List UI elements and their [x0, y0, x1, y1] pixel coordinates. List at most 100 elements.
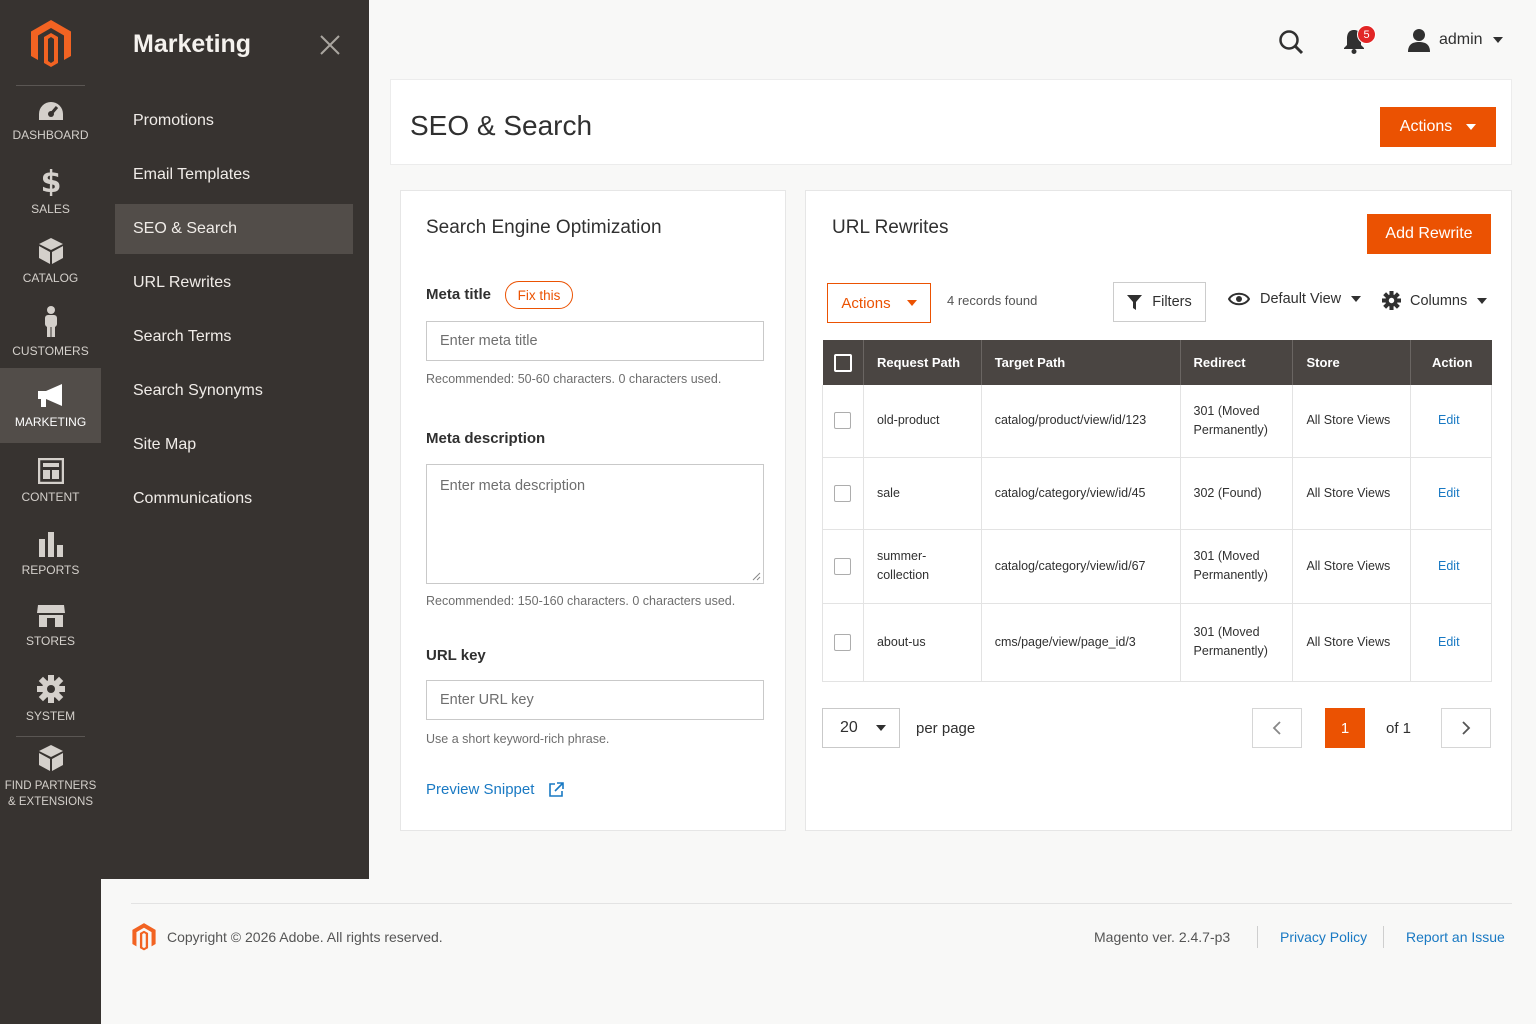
nav-dashboard[interactable]: DASHBOARD [0, 86, 101, 156]
row-select-cell [822, 385, 864, 458]
box-icon [38, 238, 63, 264]
footer-separator [1383, 926, 1384, 948]
columns-dropdown[interactable]: Columns [1382, 291, 1488, 310]
marketing-flyout: Marketing Promotions Email Templates SEO… [101, 0, 369, 879]
meta-description-textarea[interactable]: Enter meta description [426, 464, 764, 584]
user-menu[interactable]: admin [1407, 28, 1511, 52]
per-page-select[interactable]: 20 [822, 708, 900, 748]
flyout-menu: Promotions Email Templates SEO & Search … [115, 96, 353, 528]
redirect-line: 301 (Moved [1193, 549, 1260, 563]
nav-sales[interactable]: $ SALES [0, 156, 101, 226]
target-path-cell: catalog/category/view/id/45 [981, 457, 1181, 530]
flyout-item-email-templates[interactable]: Email Templates [115, 150, 353, 200]
redirect-cell: 301 (Moved Permanently) [1180, 603, 1294, 682]
nav-label: SYSTEM [25, 709, 76, 723]
close-icon[interactable] [319, 34, 341, 56]
notification-badge: 5 [1357, 25, 1376, 44]
page-actions-button[interactable]: Actions [1380, 107, 1496, 147]
redirect-line: Permanently) [1193, 422, 1268, 437]
row-checkbox[interactable] [834, 484, 851, 502]
meta-title-hint: Recommended: 50-60 characters. 0 charact… [426, 372, 722, 386]
row-checkbox[interactable] [834, 557, 851, 575]
flyout-item-search-terms[interactable]: Search Terms [115, 312, 353, 362]
default-view-label: Default View [1260, 291, 1342, 307]
magento-logo-icon [30, 19, 71, 67]
url-key-placeholder: Enter URL key [440, 692, 534, 708]
layout-icon [37, 457, 64, 484]
fix-this-badge[interactable]: Fix this [505, 281, 573, 309]
column-header[interactable]: Redirect [1180, 340, 1294, 385]
action-cell: Edit [1410, 603, 1492, 682]
meta-title-input[interactable]: Enter meta title [426, 321, 764, 361]
nav-system[interactable]: SYSTEM [0, 662, 101, 736]
flyout-item-promotions[interactable]: Promotions [115, 96, 353, 146]
nav-find-partners[interactable]: FIND PARTNERS & EXTENSIONS [0, 737, 101, 817]
add-rewrite-button[interactable]: Add Rewrite [1367, 214, 1491, 254]
grid-actions-dropdown[interactable]: Actions [827, 283, 931, 323]
nav-label: FIND PARTNERS [4, 780, 97, 792]
url-key-hint: Use a short keyword-rich phrase. [426, 732, 610, 746]
flyout-item-search-synonyms[interactable]: Search Synonyms [115, 366, 353, 416]
seo-card-title: Search Engine Optimization [426, 217, 662, 238]
select-all-checkbox[interactable] [833, 353, 852, 372]
url-key-input[interactable]: Enter URL key [426, 680, 764, 720]
per-page-value: 20 [840, 719, 858, 736]
chevron-down-icon [1466, 124, 1477, 130]
next-page-button[interactable] [1441, 708, 1491, 748]
privacy-policy-link[interactable]: Privacy Policy [1280, 929, 1367, 945]
table-row: sale catalog/category/view/id/45 302 (Fo… [822, 457, 1492, 530]
edit-link[interactable]: Edit [1438, 413, 1460, 427]
records-count: 4 records found [947, 293, 1038, 308]
copyright-text: Copyright © 2026 Adobe. All rights reser… [167, 929, 443, 945]
row-checkbox[interactable] [834, 412, 851, 430]
prev-page-button[interactable] [1252, 708, 1302, 748]
report-issue-link[interactable]: Report an Issue [1406, 929, 1505, 945]
nav-label: STORES [25, 634, 76, 648]
magento-logo[interactable] [16, 0, 85, 86]
target-path-cell: catalog/category/view/id/67 [981, 529, 1181, 604]
select-all-cell [822, 340, 864, 385]
row-checkbox[interactable] [834, 633, 851, 651]
flyout-item-url-rewrites[interactable]: URL Rewrites [115, 258, 353, 308]
filters-button[interactable]: Filters [1113, 282, 1206, 322]
nav-customers[interactable]: CUSTOMERS [0, 296, 101, 368]
person-icon [44, 306, 57, 337]
nav-reports[interactable]: REPORTS [0, 518, 101, 590]
nav-label: CONTENT [21, 489, 80, 504]
url-rewrites-title: URL Rewrites [832, 217, 949, 238]
search-icon[interactable] [1278, 29, 1304, 55]
flyout-item-site-map[interactable]: Site Map [115, 420, 353, 470]
edit-link[interactable]: Edit [1438, 559, 1460, 573]
flyout-item-communications[interactable]: Communications [115, 474, 353, 524]
redirect-line: 301 (Moved [1193, 403, 1260, 418]
nav-marketing[interactable]: MARKETING [0, 368, 101, 443]
current-page[interactable]: 1 [1325, 708, 1365, 748]
edit-link[interactable]: Edit [1438, 486, 1460, 500]
nav-stores[interactable]: STORES [0, 590, 101, 662]
flyout-item-seo-search[interactable]: SEO & Search [115, 204, 353, 254]
page-header: SEO & Search Actions [390, 79, 1512, 165]
column-header: Action [1432, 355, 1473, 370]
column-header[interactable]: Target Path [981, 340, 1181, 385]
flyout-title: Marketing [133, 30, 252, 58]
action-cell: Edit [1410, 457, 1492, 530]
bar-chart-icon [38, 532, 63, 557]
box-icon [38, 745, 63, 771]
redirect-cell: 302 (Found) [1180, 457, 1294, 530]
row-select-cell [822, 529, 864, 604]
store-cell: All Store Views [1292, 385, 1411, 458]
nav-catalog[interactable]: CATALOG [0, 226, 101, 296]
edit-link[interactable]: Edit [1438, 635, 1460, 649]
redirect-line: 301 (Moved [1193, 625, 1260, 639]
action-cell: Edit [1410, 529, 1492, 604]
nav-content[interactable]: CONTENT [0, 443, 101, 518]
column-header[interactable]: Request Path [863, 340, 982, 385]
user-name: admin [1439, 31, 1483, 48]
svg-text:$: $ [40, 166, 61, 196]
gear-icon [1382, 291, 1401, 310]
resize-handle-icon[interactable] [752, 572, 761, 581]
default-view-dropdown[interactable]: Default View [1228, 291, 1362, 307]
column-header[interactable]: Store [1292, 340, 1411, 385]
preview-snippet-label: Preview Snippet [426, 781, 535, 798]
preview-snippet-link[interactable]: Preview Snippet [426, 781, 565, 798]
